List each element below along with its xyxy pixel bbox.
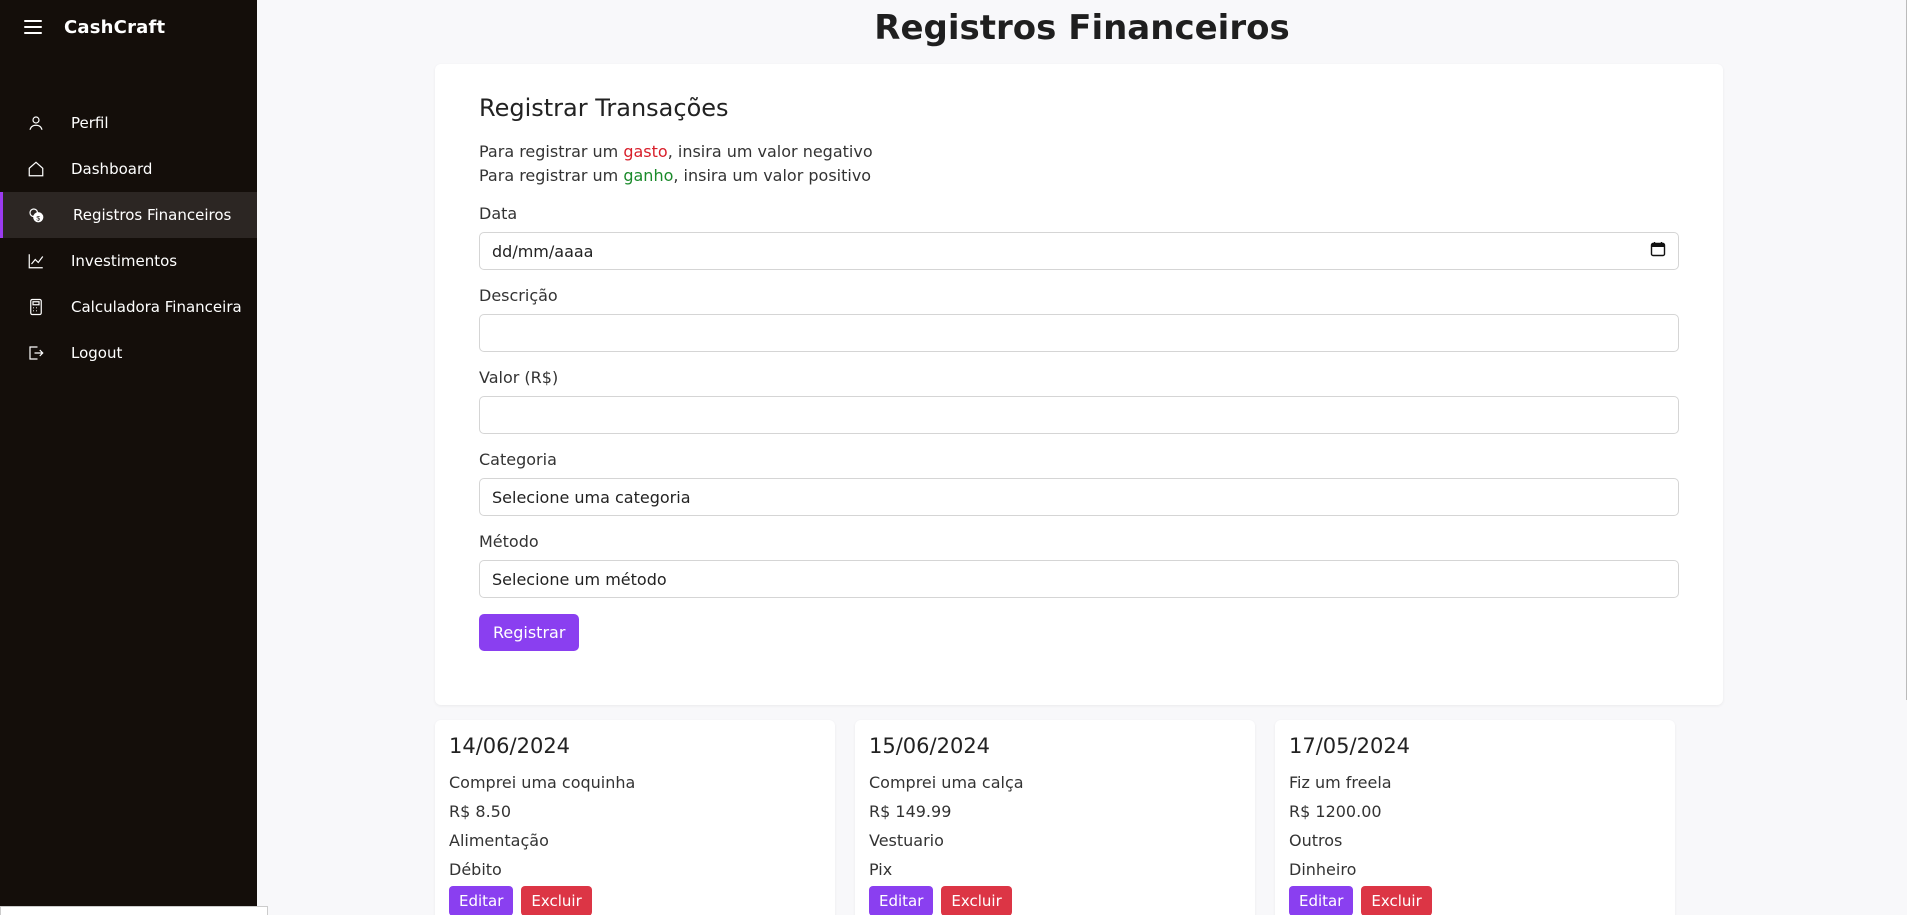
calculator-icon (26, 297, 46, 317)
date-input[interactable]: dd/mm/aaaa (479, 232, 1679, 270)
coins-icon: $ (26, 205, 46, 225)
transaction-description: Fiz um freela (1289, 773, 1392, 792)
transaction-amount: R$ 1200.00 (1289, 802, 1382, 821)
sidebar-item-label: Investimentos (71, 252, 178, 270)
value-field-group: Valor (R$) (479, 368, 1679, 434)
transaction-method: Pix (869, 860, 893, 879)
chart-line-icon (26, 251, 46, 271)
transaction-category: Alimentação (449, 831, 549, 850)
date-label: Data (479, 204, 518, 223)
brand-name: CashCraft (64, 16, 166, 38)
sidebar-item-investimentos[interactable]: Investimentos (0, 238, 257, 284)
transaction-category: Outros (1289, 831, 1343, 850)
menu-icon[interactable] (24, 20, 42, 34)
transaction-description: Comprei uma coquinha (449, 773, 636, 792)
sidebar-item-perfil[interactable]: Perfil (0, 100, 257, 146)
transaction-card: 14/06/2024 Comprei uma coquinha R$ 8.50 … (435, 720, 835, 915)
description-field-group: Descrição (479, 286, 1679, 352)
sidebar-nav: Perfil Dashboard $ Registros Financeiros… (0, 100, 257, 376)
category-select[interactable]: Selecione uma categoria (479, 478, 1679, 516)
sidebar: CashCraft Perfil Dashboard $ Registros F… (0, 0, 257, 915)
hint-text: , insira um valor negativo (667, 142, 873, 161)
date-placeholder: dd/mm/aaaa (492, 241, 594, 261)
date-field-group: Data dd/mm/aaaa (479, 204, 1679, 270)
hint-text: Para registrar um (479, 166, 624, 185)
hint-income-word: ganho (623, 166, 674, 185)
calendar-icon[interactable] (1650, 241, 1666, 261)
category-field-group: Categoria Selecione uma categoria (479, 450, 1679, 516)
edit-button[interactable]: Editar (1289, 886, 1354, 915)
method-label: Método (479, 532, 539, 551)
hint-expense: Para registrar um gasto, insira um valor… (479, 140, 1679, 164)
transaction-description: Comprei uma calça (869, 773, 1024, 792)
delete-button[interactable]: Excluir (1361, 886, 1432, 915)
sidebar-item-registros-financeiros[interactable]: $ Registros Financeiros (0, 192, 257, 238)
hint-text: Para registrar um (479, 142, 624, 161)
home-icon (26, 159, 46, 179)
transaction-amount: R$ 8.50 (449, 802, 512, 821)
bottom-strip (0, 906, 268, 915)
sidebar-item-logout[interactable]: Logout (0, 330, 257, 376)
edit-button[interactable]: Editar (449, 886, 514, 915)
transaction-list: 14/06/2024 Comprei uma coquinha R$ 8.50 … (435, 720, 1675, 915)
transaction-card: 15/06/2024 Comprei uma calça R$ 149.99 V… (855, 720, 1255, 915)
transaction-date: 17/05/2024 (1289, 734, 1411, 758)
description-input[interactable] (479, 314, 1679, 352)
transaction-date: 15/06/2024 (869, 734, 991, 758)
delete-button[interactable]: Excluir (941, 886, 1012, 915)
hint-text: , insira um valor positivo (673, 166, 872, 185)
transaction-form-card: Registrar Transações Para registrar um g… (435, 64, 1723, 705)
user-icon (26, 113, 46, 133)
transaction-amount: R$ 149.99 (869, 802, 952, 821)
value-label: Valor (R$) (479, 368, 559, 387)
transaction-actions: Editar Excluir (1289, 886, 1661, 915)
sidebar-item-dashboard[interactable]: Dashboard (0, 146, 257, 192)
category-label: Categoria (479, 450, 557, 469)
hint-income: Para registrar um ganho, insira um valor… (479, 164, 1679, 188)
transaction-card: 17/05/2024 Fiz um freela R$ 1200.00 Outr… (1275, 720, 1675, 915)
register-button[interactable]: Registrar (479, 614, 580, 651)
transaction-date: 14/06/2024 (449, 734, 571, 758)
value-input[interactable] (479, 396, 1679, 434)
transaction-actions: Editar Excluir (449, 886, 821, 915)
transaction-method: Débito (449, 860, 502, 879)
description-label: Descrição (479, 286, 558, 305)
transaction-actions: Editar Excluir (869, 886, 1241, 915)
sidebar-item-label: Calculadora Financeira (71, 298, 242, 316)
form-title: Registrar Transações (479, 94, 729, 122)
logout-icon (26, 343, 46, 363)
page-title: Registros Financeiros (874, 8, 1290, 48)
sidebar-item-calculadora-financeira[interactable]: Calculadora Financeira (0, 284, 257, 330)
main-content: Registros Financeiros Registrar Transaçõ… (257, 0, 1907, 915)
delete-button[interactable]: Excluir (521, 886, 592, 915)
sidebar-item-label: Logout (71, 344, 123, 362)
hint-expense-word: gasto (623, 142, 668, 161)
sidebar-header: CashCraft (0, 0, 257, 54)
transaction-method: Dinheiro (1289, 860, 1357, 879)
edit-button[interactable]: Editar (869, 886, 934, 915)
method-field-group: Método Selecione um método (479, 532, 1679, 598)
transaction-category: Vestuario (869, 831, 944, 850)
sidebar-item-label: Perfil (71, 114, 109, 132)
svg-text:$: $ (36, 215, 40, 222)
sidebar-item-label: Dashboard (71, 160, 153, 178)
method-select[interactable]: Selecione um método (479, 560, 1679, 598)
sidebar-item-label: Registros Financeiros (73, 206, 232, 224)
